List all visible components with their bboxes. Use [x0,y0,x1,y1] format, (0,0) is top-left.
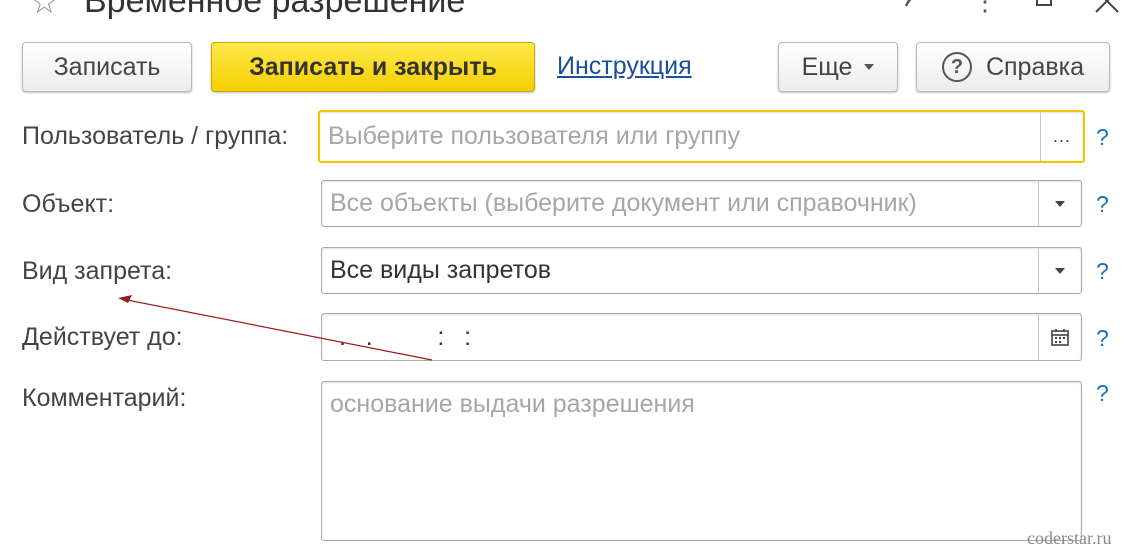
maximize-icon[interactable] [1036,0,1052,6]
restriction-kind-help-icon[interactable]: ? [1096,258,1109,285]
restriction-kind-field [321,247,1082,294]
more-button[interactable]: Еще [778,42,898,92]
calendar-icon [1051,329,1069,346]
select-user-button[interactable]: ... [1040,112,1083,161]
instruction-link[interactable]: Инструкция [557,52,692,81]
object-label: Объект: [22,190,115,218]
link-icon[interactable] [902,0,930,14]
more-button-label: Еще [801,52,853,81]
chevron-down-icon [1055,267,1065,274]
valid-until-label: Действует до: [22,323,183,351]
watermark: coderstar.ru [1027,528,1112,548]
calendar-button[interactable] [1038,314,1081,360]
comment-textarea[interactable] [322,382,1081,540]
comment-help-icon[interactable]: ? [1096,380,1109,407]
chevron-down-icon [1055,200,1065,207]
object-help-icon[interactable]: ? [1096,191,1109,218]
user-field: ... [318,110,1085,163]
more-vertical-icon[interactable]: ⋮ [972,0,998,14]
chevron-down-icon [864,64,875,70]
close-icon[interactable] [1094,0,1120,14]
object-field [321,180,1082,227]
user-label: Пользователь / группа: [22,122,289,150]
object-dropdown-button[interactable] [1038,181,1081,226]
save-button[interactable]: Записать [22,42,192,92]
help-button-label: Справка [985,52,1085,81]
save-and-close-button[interactable]: Записать и закрыть [211,42,535,92]
valid-until-help-icon[interactable]: ? [1096,325,1109,352]
ellipsis-icon: ... [1052,126,1071,146]
valid-until-input[interactable] [322,314,1038,360]
star-icon[interactable]: ☆ [30,0,59,18]
object-input[interactable] [322,181,1038,226]
restriction-kind-dropdown-button[interactable] [1038,248,1081,293]
user-help-icon[interactable]: ? [1096,124,1109,151]
user-input[interactable] [320,112,1040,161]
valid-until-field [321,313,1082,361]
window-title: Временное разрешение [84,0,466,20]
comment-field [321,381,1082,541]
comment-label: Комментарий: [22,384,187,412]
question-circle-icon: ? [941,52,972,82]
title-bar: ☆ Временное разрешение ⋮ [0,0,1146,20]
restriction-kind-label: Вид запрета: [22,257,173,285]
help-button[interactable]: ? Справка [916,42,1110,92]
restriction-kind-input[interactable] [322,248,1038,293]
